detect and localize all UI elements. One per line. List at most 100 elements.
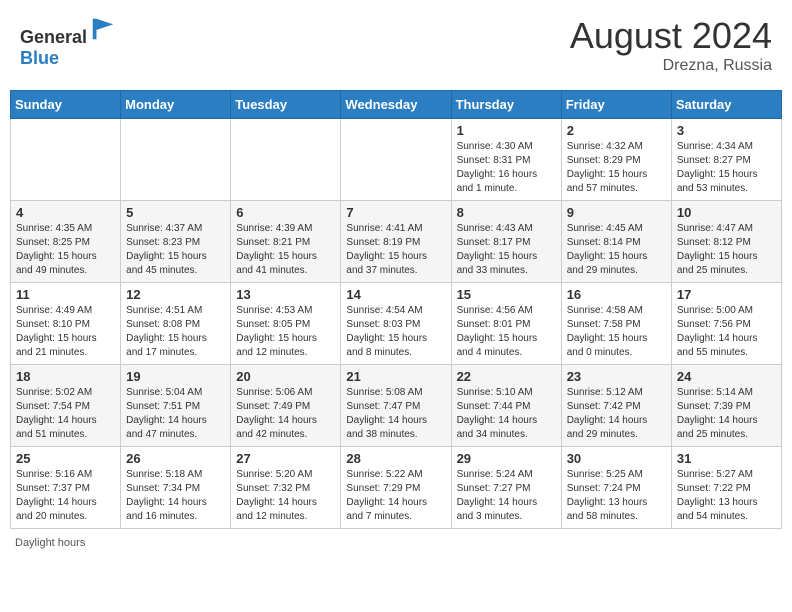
day-info: Sunrise: 5:00 AM Sunset: 7:56 PM Dayligh… [677,304,776,360]
day-info: Sunrise: 4:43 AM Sunset: 8:17 PM Dayligh… [457,222,556,278]
calendar-week-row: 1Sunrise: 4:30 AM Sunset: 8:31 PM Daylig… [11,119,782,201]
day-info: Sunrise: 4:35 AM Sunset: 8:25 PM Dayligh… [16,222,115,278]
day-number: 25 [16,451,115,466]
day-number: 7 [346,205,445,220]
day-info: Sunrise: 4:30 AM Sunset: 8:31 PM Dayligh… [457,140,556,196]
day-info: Sunrise: 5:02 AM Sunset: 7:54 PM Dayligh… [16,386,115,442]
day-info: Sunrise: 4:49 AM Sunset: 8:10 PM Dayligh… [16,304,115,360]
calendar-table: SundayMondayTuesdayWednesdayThursdayFrid… [10,90,782,529]
day-info: Sunrise: 4:34 AM Sunset: 8:27 PM Dayligh… [677,140,776,196]
day-info: Sunrise: 4:45 AM Sunset: 8:14 PM Dayligh… [567,222,666,278]
day-info: Sunrise: 5:20 AM Sunset: 7:32 PM Dayligh… [236,468,335,524]
day-number: 19 [126,369,225,384]
calendar-day-header: Saturday [671,91,781,119]
calendar-day-cell [121,119,231,201]
day-info: Sunrise: 4:39 AM Sunset: 8:21 PM Dayligh… [236,222,335,278]
day-number: 30 [567,451,666,466]
day-info: Sunrise: 5:12 AM Sunset: 7:42 PM Dayligh… [567,386,666,442]
day-number: 9 [567,205,666,220]
day-info: Sunrise: 5:04 AM Sunset: 7:51 PM Dayligh… [126,386,225,442]
day-number: 29 [457,451,556,466]
calendar-day-cell: 22 Sunrise: 5:10 AM Sunset: 7:44 PM Dayli… [451,365,561,447]
calendar-day-header: Wednesday [341,91,451,119]
calendar-day-cell: 2Sunrise: 4:32 AM Sunset: 8:29 PM Daylig… [561,119,671,201]
logo-general: General [20,27,87,47]
calendar-day-cell: 28 Sunrise: 5:22 AM Sunset: 7:29 PM Dayli… [341,447,451,529]
calendar-day-cell: 29 Sunrise: 5:24 AM Sunset: 7:27 PM Dayli… [451,447,561,529]
day-number: 5 [126,205,225,220]
day-number: 13 [236,287,335,302]
calendar-day-cell: 13 Sunrise: 4:53 AM Sunset: 8:05 PM Dayli… [231,283,341,365]
calendar-week-row: 4 Sunrise: 4:35 AM Sunset: 8:25 PM Daylig… [11,201,782,283]
day-info: Sunrise: 4:37 AM Sunset: 8:23 PM Dayligh… [126,222,225,278]
logo: General Blue [20,15,117,69]
logo-blue: Blue [20,48,59,68]
calendar-week-row: 18 Sunrise: 5:02 AM Sunset: 7:54 PM Dayli… [11,365,782,447]
calendar-day-cell: 26Sunrise: 5:18 AM Sunset: 7:34 PM Dayli… [121,447,231,529]
day-number: 4 [16,205,115,220]
calendar-week-row: 25 Sunrise: 5:16 AM Sunset: 7:37 PM Dayli… [11,447,782,529]
day-info: Sunrise: 4:58 AM Sunset: 7:58 PM Dayligh… [567,304,666,360]
calendar-day-header: Friday [561,91,671,119]
day-info: Sunrise: 4:41 AM Sunset: 8:19 PM Dayligh… [346,222,445,278]
day-number: 27 [236,451,335,466]
day-info: Sunrise: 4:51 AM Sunset: 8:08 PM Dayligh… [126,304,225,360]
calendar-week-row: 11 Sunrise: 4:49 AM Sunset: 8:10 PM Dayli… [11,283,782,365]
day-number: 2 [567,123,666,138]
calendar-header-row: SundayMondayTuesdayWednesdayThursdayFrid… [11,91,782,119]
day-number: 31 [677,451,776,466]
day-info: Sunrise: 4:53 AM Sunset: 8:05 PM Dayligh… [236,304,335,360]
calendar-day-cell: 31Sunrise: 5:27 AM Sunset: 7:22 PM Dayli… [671,447,781,529]
calendar-day-cell: 17 Sunrise: 5:00 AM Sunset: 7:56 PM Dayli… [671,283,781,365]
calendar-day-cell [231,119,341,201]
day-info: Sunrise: 5:10 AM Sunset: 7:44 PM Dayligh… [457,386,556,442]
day-info: Sunrise: 5:14 AM Sunset: 7:39 PM Dayligh… [677,386,776,442]
calendar-day-header: Tuesday [231,91,341,119]
day-number: 26 [126,451,225,466]
day-number: 21 [346,369,445,384]
calendar-day-cell: 10Sunrise: 4:47 AM Sunset: 8:12 PM Dayli… [671,201,781,283]
calendar-day-cell: 12 Sunrise: 4:51 AM Sunset: 8:08 PM Dayli… [121,283,231,365]
day-info: Sunrise: 5:16 AM Sunset: 7:37 PM Dayligh… [16,468,115,524]
day-info: Sunrise: 5:08 AM Sunset: 7:47 PM Dayligh… [346,386,445,442]
day-info: Sunrise: 4:56 AM Sunset: 8:01 PM Dayligh… [457,304,556,360]
day-number: 24 [677,369,776,384]
day-number: 16 [567,287,666,302]
calendar-day-cell: 19 Sunrise: 5:04 AM Sunset: 7:51 PM Dayli… [121,365,231,447]
calendar-day-cell: 4 Sunrise: 4:35 AM Sunset: 8:25 PM Daylig… [11,201,121,283]
day-number: 23 [567,369,666,384]
calendar-day-cell: 5 Sunrise: 4:37 AM Sunset: 8:23 PM Daylig… [121,201,231,283]
calendar-day-cell: 8Sunrise: 4:43 AM Sunset: 8:17 PM Daylig… [451,201,561,283]
day-number: 11 [16,287,115,302]
logo-flag-icon [89,15,117,43]
day-info: Sunrise: 5:25 AM Sunset: 7:24 PM Dayligh… [567,468,666,524]
calendar-day-header: Thursday [451,91,561,119]
month-title: August 2024 [570,15,772,57]
calendar-day-cell: 20Sunrise: 5:06 AM Sunset: 7:49 PM Dayli… [231,365,341,447]
title-block: August 2024 Drezna, Russia [570,15,772,75]
day-number: 6 [236,205,335,220]
day-number: 17 [677,287,776,302]
day-number: 3 [677,123,776,138]
day-info: Sunrise: 5:24 AM Sunset: 7:27 PM Dayligh… [457,468,556,524]
day-number: 22 [457,369,556,384]
calendar-day-cell: 15 Sunrise: 4:56 AM Sunset: 8:01 PM Dayli… [451,283,561,365]
footer: Daylight hours [10,537,782,549]
calendar-day-cell: 6 Sunrise: 4:39 AM Sunset: 8:21 PM Daylig… [231,201,341,283]
day-number: 15 [457,287,556,302]
calendar-day-cell: 3 Sunrise: 4:34 AM Sunset: 8:27 PM Daylig… [671,119,781,201]
day-number: 18 [16,369,115,384]
calendar-day-cell: 7 Sunrise: 4:41 AM Sunset: 8:19 PM Daylig… [341,201,451,283]
day-info: Sunrise: 5:22 AM Sunset: 7:29 PM Dayligh… [346,468,445,524]
calendar-day-cell: 11 Sunrise: 4:49 AM Sunset: 8:10 PM Dayli… [11,283,121,365]
calendar-day-header: Sunday [11,91,121,119]
day-number: 14 [346,287,445,302]
day-info: Sunrise: 4:47 AM Sunset: 8:12 PM Dayligh… [677,222,776,278]
calendar-day-cell: 23 Sunrise: 5:12 AM Sunset: 7:42 PM Dayli… [561,365,671,447]
calendar-day-header: Monday [121,91,231,119]
calendar-day-cell: 16 Sunrise: 4:58 AM Sunset: 7:58 PM Dayli… [561,283,671,365]
day-info: Sunrise: 5:06 AM Sunset: 7:49 PM Dayligh… [236,386,335,442]
daylight-label: Daylight hours [15,537,85,549]
day-number: 28 [346,451,445,466]
day-number: 12 [126,287,225,302]
